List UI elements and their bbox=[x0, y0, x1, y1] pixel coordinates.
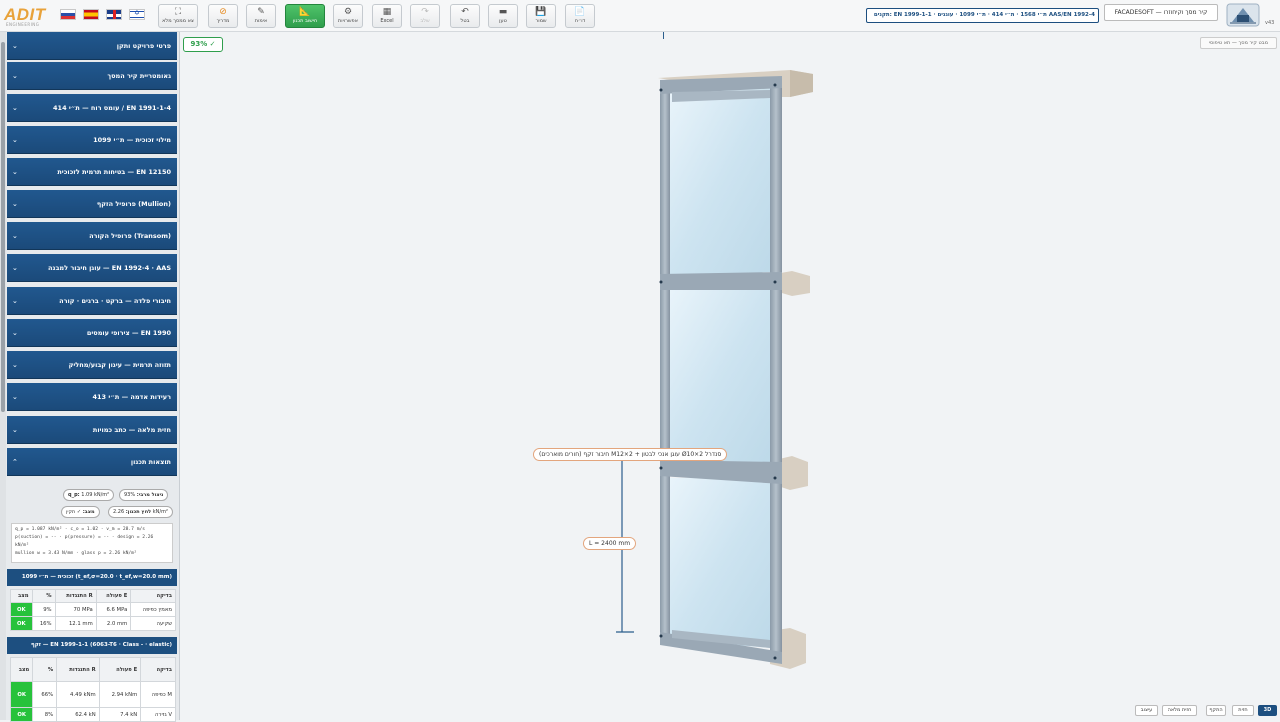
utilization-pill: ניצול מרבי: 93% bbox=[119, 489, 169, 501]
view-label: מבט קיר מסך — תא טיפוסי bbox=[1200, 37, 1277, 49]
mullion-check-table: מצב % התנגדות R פעולה E בדיקה OK 66% 4.4… bbox=[9, 657, 176, 722]
chevron-down-icon: ⌄ bbox=[12, 264, 18, 272]
glass-check-title: זכוכית — ת״י 1099 (t_ef,σ=20.0 · t_ef,w=… bbox=[7, 569, 177, 586]
glass-pane-top bbox=[670, 88, 772, 276]
chevron-down-icon: ⌄ bbox=[12, 136, 18, 144]
guide-icon: ⊘ bbox=[219, 7, 227, 17]
undo-icon: ↶ bbox=[461, 7, 469, 17]
chevron-down-icon: ⌄ bbox=[12, 200, 18, 208]
ru-flag-icon[interactable] bbox=[60, 9, 76, 20]
structural-check-button[interactable]: 📐 חישוב תכנון bbox=[285, 4, 325, 28]
qp-pill: q_p: 1.09 kN/m² bbox=[63, 489, 115, 501]
length-callout: L = 2400 mm bbox=[583, 537, 637, 550]
section-geometry[interactable]: ⌄ גאומטריית קיר המסך bbox=[7, 62, 177, 90]
save-button[interactable]: 💾 שמור bbox=[526, 4, 556, 28]
glass-pane-bottom bbox=[670, 478, 772, 648]
view-full-facade-button[interactable]: חזית מלאה bbox=[1162, 705, 1197, 716]
excel-button[interactable]: ▦ Excel bbox=[372, 4, 402, 28]
chevron-down-icon: ⌄ bbox=[12, 232, 18, 240]
section-design-results[interactable]: ⌃ תוצאות תכנון bbox=[7, 448, 177, 476]
curtain-wall-model[interactable] bbox=[560, 60, 860, 680]
section-steel-connections[interactable]: ⌄ חיבורי פלדה — ברקט · ברגים · קורה bbox=[7, 287, 177, 315]
chevron-down-icon: ⌄ bbox=[12, 297, 18, 305]
mullion-left bbox=[660, 80, 670, 645]
redo-icon: ↷ bbox=[421, 7, 429, 17]
load-button[interactable]: ▬ טען bbox=[488, 4, 518, 28]
section-wind-load[interactable]: ⌄ עומס רוח — ת״י 414 / EN 1991-1-4 bbox=[7, 94, 177, 122]
section-thermal-movement[interactable]: ⌄ תזוזה תרמית — עיגון קבוע/מחליק bbox=[7, 351, 177, 379]
status-pill: מצב: ✓ תקין bbox=[61, 506, 100, 518]
spreadsheet-icon: ▦ bbox=[382, 7, 392, 17]
view-front-button[interactable]: חזית bbox=[1232, 705, 1254, 716]
section-glass-infill[interactable]: ⌄ מילוי זכוכית — ת״י 1099 bbox=[7, 126, 177, 154]
connection-callout: חיבור זקף (חורים מוארכים) M12×עוגן אנכי … bbox=[533, 448, 728, 461]
section-seismic[interactable]: ⌄ רעידות אדמה — ת״י 413 bbox=[7, 383, 177, 411]
chevron-down-icon: ⌄ bbox=[12, 426, 18, 434]
chevron-down-icon: ⌄ bbox=[12, 329, 18, 337]
design-pressure-pill: לחץ תכנון: 2.26 kN/m² bbox=[108, 506, 173, 518]
verify-button[interactable]: ✎ אימות bbox=[246, 4, 276, 28]
brand-logo-icon bbox=[1226, 3, 1260, 27]
section-transom-profile[interactable]: ⌄ פרופיל הקורה (Transom) bbox=[7, 222, 177, 250]
verify-icon: ✎ bbox=[257, 7, 265, 17]
transom-upper bbox=[660, 272, 782, 290]
table-row: OK 66% 4.49 kNm 2.94 kNm כפיפה M bbox=[9, 681, 176, 708]
glass-check-table: מצב % התנגדות R פעולה E בדיקה OK 9% 70 M… bbox=[10, 589, 176, 631]
panel-scrollbar[interactable] bbox=[0, 32, 6, 720]
gb-flag-icon[interactable] bbox=[106, 9, 122, 20]
redo-button[interactable]: ↷ שלב bbox=[410, 4, 440, 28]
chevron-down-icon: ⌄ bbox=[12, 361, 18, 369]
undo-button[interactable]: ↶ בטל bbox=[450, 4, 480, 28]
chevron-down-icon: ⌄ bbox=[12, 393, 18, 401]
section-anchor[interactable]: ⌄ עוגן חיבור למבנה — EN 1992-4 · AAS bbox=[7, 254, 177, 282]
gear-icon: ⚙ bbox=[343, 7, 353, 17]
standards-box: תקנים: EN 1999-1-1 · ת״י 1568 · ת״י 414 … bbox=[866, 8, 1099, 23]
section-load-combinations[interactable]: ⌄ צירופי עומסים — EN 1990 bbox=[7, 319, 177, 347]
table-row: OK 9% 70 MPa 6.6 MPa מאמץ כפיפה bbox=[10, 602, 176, 617]
section-full-facade[interactable]: ⌄ חזית מלאה — כתב כמויות bbox=[7, 416, 177, 444]
table-row: OK 8% 62.4 kN 7.4 kN גזירה V bbox=[9, 707, 176, 722]
mullion-check-title: זקף — EN 1999-1-1 (6063-T6 · Class - · e… bbox=[7, 637, 177, 654]
document-icon: 📄 bbox=[574, 7, 586, 17]
fullscreen-icon: ⛶ bbox=[174, 7, 182, 17]
report-button[interactable]: 📄 דו״ח bbox=[565, 4, 595, 28]
calc-summary: q_p = 1.087 kN/m² · c_o = 1.02 · v_m = 2… bbox=[11, 523, 173, 563]
table-row: OK 16% 12.1 mm 2.0 mm שקיעה bbox=[10, 616, 176, 631]
mullion-right bbox=[770, 80, 782, 662]
app-logo-subtext: ENGINEERING bbox=[6, 22, 40, 27]
app-title: FACADESOFT — קיר מסך וקיחוזרו bbox=[1104, 4, 1218, 21]
il-flag-icon[interactable] bbox=[129, 9, 145, 20]
section-mullion-profile[interactable]: ⌄ פרופיל הזקף (Mullion) bbox=[7, 190, 177, 218]
fullscreen-button[interactable]: ⛶ צא ממסך מלא bbox=[158, 4, 198, 28]
section-thermal-safety[interactable]: ⌄ בטיחות תרמית לזכוכית — EN 12150 bbox=[7, 158, 177, 186]
axis-tick bbox=[663, 32, 664, 39]
top-toolbar: ADIT ENGINEERING ⛶ צא ממסך מלא ⊘ מדריך ✎… bbox=[0, 0, 1280, 32]
section-project-details[interactable]: ⌄ פרטי פרויקט ותקן bbox=[7, 32, 177, 60]
chevron-up-icon: ⌃ bbox=[12, 458, 18, 466]
chevron-down-icon: ⌄ bbox=[12, 72, 18, 80]
glass-pane-middle bbox=[670, 287, 772, 464]
ruler-icon: 📐 bbox=[299, 7, 311, 17]
chevron-down-icon: ⌄ bbox=[12, 104, 18, 112]
guide-button[interactable]: ⊘ מדריך bbox=[208, 4, 238, 28]
es-flag-icon[interactable] bbox=[83, 9, 99, 20]
view-fit-button[interactable]: התקף bbox=[1206, 705, 1226, 716]
options-button[interactable]: ⚙ אפשרויות bbox=[333, 4, 363, 28]
scrollbar-thumb[interactable] bbox=[1, 42, 5, 412]
folder-icon: ▬ bbox=[498, 7, 508, 17]
version-label: v43 bbox=[1265, 20, 1275, 26]
view-design-button[interactable]: עיצוב bbox=[1135, 705, 1158, 716]
floppy-icon: 💾 bbox=[535, 7, 547, 17]
view-3d-button[interactable]: 3D bbox=[1258, 705, 1277, 716]
chevron-down-icon: ⌄ bbox=[12, 42, 18, 50]
utilization-badge: 93% ✓ bbox=[183, 37, 223, 52]
chevron-down-icon: ⌄ bbox=[12, 168, 18, 176]
